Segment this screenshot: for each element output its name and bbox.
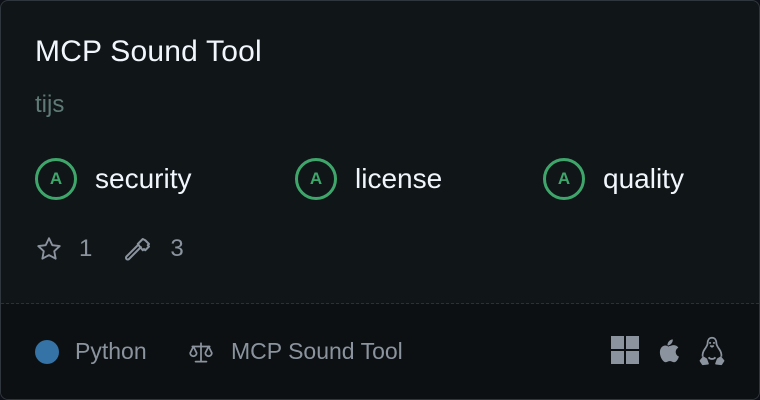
tools-stat: 3 (124, 234, 184, 264)
card-footer: Python MCP Sound Tool (1, 304, 759, 399)
apple-icon (659, 339, 679, 363)
star-icon (37, 237, 61, 260)
windows-icon (611, 336, 639, 364)
grade-quality[interactable]: A quality (543, 155, 684, 203)
grade-label: quality (603, 163, 684, 194)
scale-icon (189, 342, 213, 363)
language-color-dot (35, 340, 59, 364)
grade-badge: A (543, 158, 585, 200)
stars-stat: 1 (35, 235, 92, 263)
stats-row: 1 3 (35, 233, 184, 265)
card-title[interactable]: MCP Sound Tool (35, 35, 262, 69)
grade-label: license (355, 163, 443, 194)
stars-count: 1 (79, 235, 93, 262)
grade-label: security (95, 163, 192, 194)
license-label: MCP Sound Tool (231, 338, 403, 364)
linux-icon (699, 336, 725, 366)
grade-badge: A (35, 158, 77, 200)
card-author[interactable]: tijs (35, 91, 64, 119)
grade-license[interactable]: A license (295, 155, 442, 203)
hammer-icon (125, 238, 151, 261)
grade-badge: A (295, 158, 337, 200)
tools-count: 3 (170, 235, 184, 262)
server-card[interactable]: MCP Sound Tool tijs A security A license… (0, 0, 760, 400)
language-label: Python (75, 338, 147, 364)
grade-security[interactable]: A security (35, 155, 191, 203)
